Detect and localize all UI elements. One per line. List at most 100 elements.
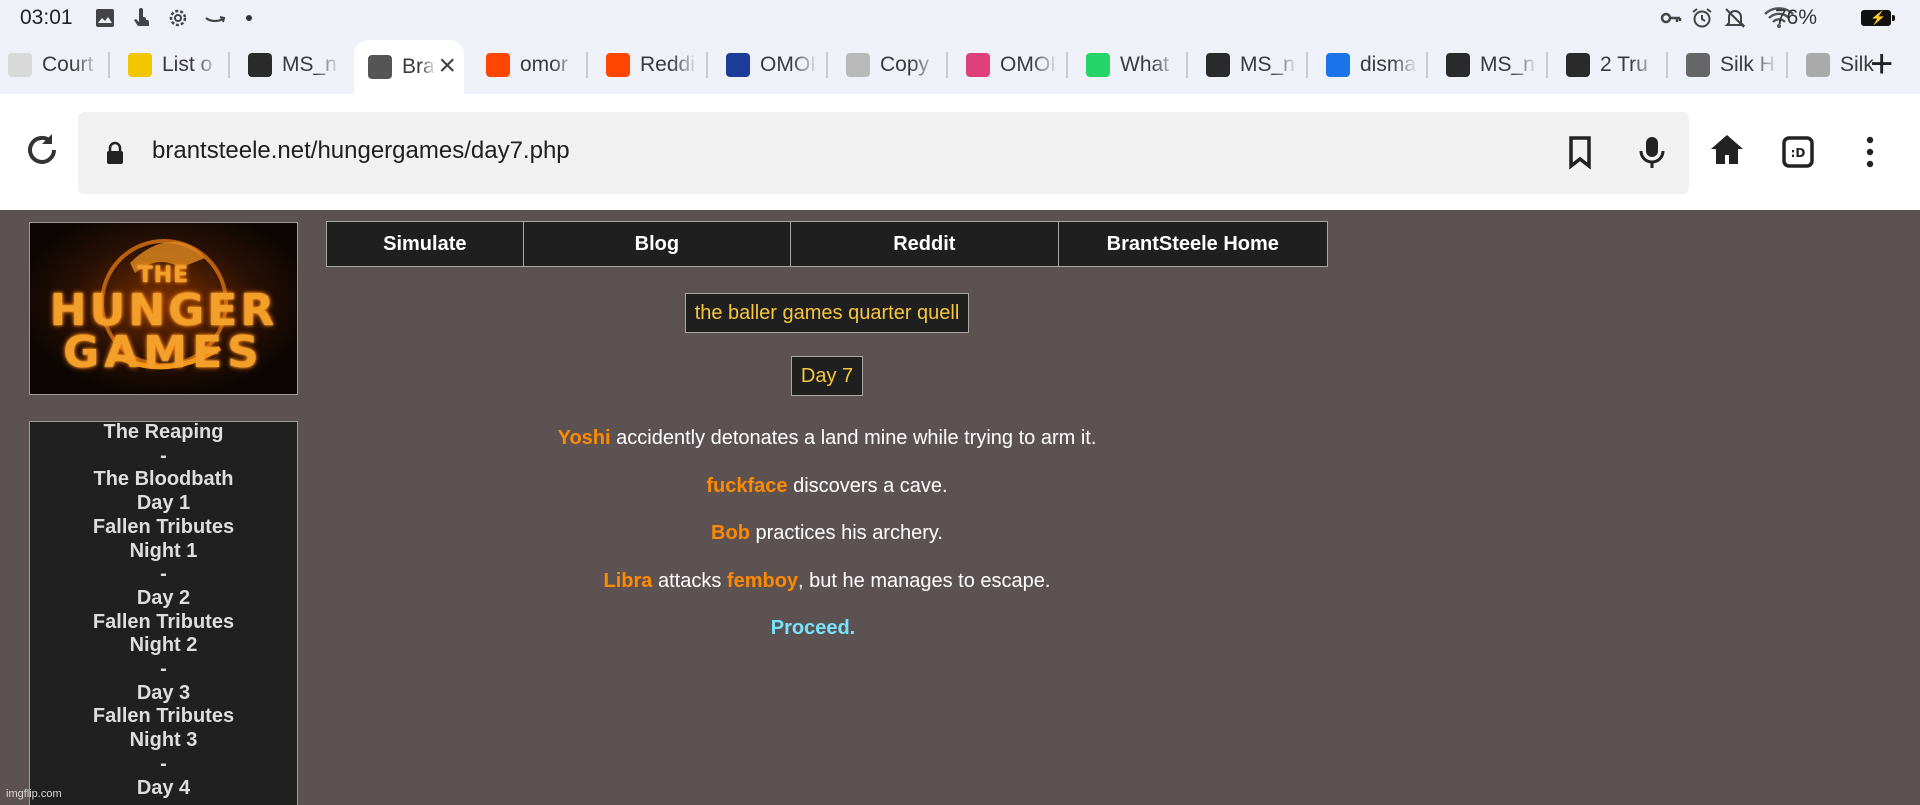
brantsteele-icon [368,55,392,79]
globe-icon [1806,53,1830,77]
event-text: discovers a cave. [787,475,948,497]
tribute-name: femboy [726,570,799,592]
browser-tab[interactable]: What [1078,46,1190,84]
browser-tab[interactable]: Copy [838,46,950,84]
browser-tab[interactable]: MS_n [1198,46,1310,84]
sidebar-item[interactable]: Day 1 [30,491,297,515]
sidebar-item[interactable]: Night 2 [30,633,297,657]
more-options-icon[interactable] [1852,134,1888,170]
touch-icon [134,8,149,26]
browser-tab[interactable]: OMOI [958,46,1070,84]
tab-switcher-icon[interactable]: :D [1780,134,1816,170]
event-3: Bob practices his archery. [326,522,1328,545]
sidebar-item[interactable]: The Bloodbath [30,467,297,491]
sidebar-item[interactable]: Fallen Tributes [30,704,297,728]
fsdp-icon [128,53,152,77]
whatsapp-icon [1086,53,1110,77]
hunger-games-logo[interactable]: THE HUNGER GAMES [29,222,298,395]
tab-separator [1066,52,1068,78]
browser-tab[interactable]: Bra × [354,40,464,94]
tab-title: MS_n [282,53,337,76]
reddit-icon [486,53,510,77]
arm-icon [846,53,870,77]
status-bar: 03:01 76% ⚡ [0,0,1920,36]
browser-tab[interactable]: omor [478,46,590,84]
tab-separator [1786,52,1788,78]
reload-icon[interactable] [22,130,62,170]
tab-title: What [1120,53,1170,76]
browser-tab[interactable]: disma [1318,46,1430,84]
browser-tab[interactable]: OMOI [718,46,830,84]
notification-dot-icon [246,15,252,21]
lock-icon[interactable] [106,141,124,165]
browser-tab[interactable]: MS_n [1438,46,1550,84]
browser-tab[interactable]: MS_n [240,46,352,84]
tab-separator [228,52,230,78]
proceed-link[interactable]: Proceed. [771,617,855,639]
nav-reddit[interactable]: Reddit [791,222,1059,266]
nav-brantsteele-home[interactable]: BrantSteele Home [1059,222,1327,266]
battery-percent: 76% [1775,6,1818,29]
tab-title: OMOI [1000,53,1056,76]
sidebar-nav: The Reaping - The Bloodbath Day 1 Fallen Tri… [29,421,298,805]
imgflip-icon [1566,53,1590,77]
event-1: Yoshi accidently detonates a land mine w… [326,427,1328,450]
document-icon [8,53,32,77]
url-text[interactable]: brantsteele.net/hungergames/day7.php [152,137,570,165]
tab-separator [1426,52,1428,78]
browser-tab[interactable]: Court [0,46,112,84]
imgflip-watermark: imgflip.com [6,788,62,800]
sidebar-separator: - [160,752,167,775]
browser-tab[interactable]: Silk H [1678,46,1790,84]
browser-tab[interactable]: Reddi [598,46,710,84]
sidebar-separator: - [160,563,167,586]
sidebar-item[interactable]: Day 3 [30,681,297,705]
logo-text-games: GAMES [63,327,264,378]
sidebar-item[interactable]: Day 2 [30,586,297,610]
settings-icon [169,9,187,27]
home-icon[interactable] [1709,132,1745,168]
browser-toolbar: brantsteele.net/hungergames/day7.php :D [0,94,1920,210]
event-text: attacks [652,570,727,592]
tab-separator [108,52,110,78]
new-tab-icon[interactable]: + [1870,40,1893,88]
tab-title: Reddi [640,53,695,76]
mute-bell-icon [1724,8,1746,28]
address-bar[interactable]: brantsteele.net/hungergames/day7.php [78,112,1689,194]
globe-icon [1686,53,1710,77]
close-tab-icon[interactable]: × [438,51,456,81]
tab-separator [826,52,828,78]
amazon-icon [205,16,226,23]
tab-separator [706,52,708,78]
tab-title: MS_n [1240,53,1295,76]
top-nav: Simulate Blog Reddit BrantSteele Home [326,221,1328,267]
sidebar-item[interactable]: Day 4 [30,776,297,800]
sidebar-item[interactable]: The Reaping [30,420,297,444]
event-text: accidently detonates a land mine while t… [610,427,1097,449]
tribute-name: Libra [603,570,653,592]
nav-blog[interactable]: Blog [524,222,792,266]
sidebar-item[interactable]: Night 1 [30,539,297,563]
event-text: , but he manages to escape. [798,570,1051,592]
browser-tab[interactable]: 2 Tru [1558,46,1670,84]
tab-title: MS_n [1480,53,1535,76]
bookmark-icon[interactable] [1562,134,1598,170]
gallery-icon [96,9,114,27]
sidebar-item[interactable]: Fallen Tributes [30,610,297,634]
tab-separator [1666,52,1668,78]
sidebar-separator: - [160,658,167,680]
status-time: 03:01 [20,6,73,29]
microphone-icon[interactable] [1634,134,1670,170]
tab-title: List o [162,53,213,76]
tab-title: Court [42,53,94,76]
tab-separator [946,52,948,78]
tab-title: Bra [402,55,435,78]
tab-title: omor [520,53,568,76]
blue-square-icon [726,53,750,77]
nav-simulate[interactable]: Simulate [327,222,524,266]
sidebar-item[interactable]: Fallen Tributes [30,515,297,539]
tab-title: OMOI [760,53,816,76]
tribute-name: Yoshi [557,427,611,449]
browser-tab[interactable]: List o [120,46,232,84]
sidebar-item[interactable]: Night 3 [30,728,297,752]
